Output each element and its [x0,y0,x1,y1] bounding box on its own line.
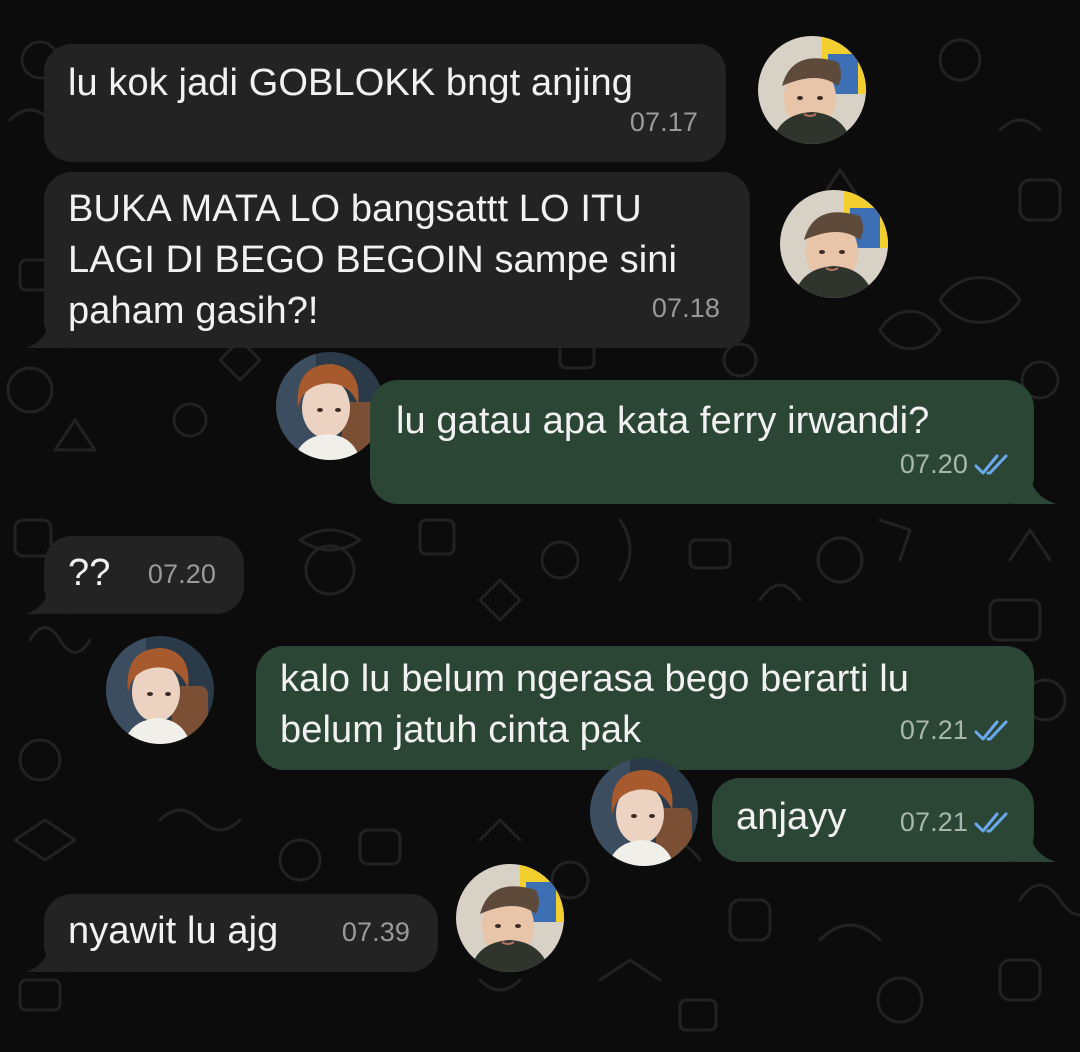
message-time: 07.39 [342,907,410,958]
sticker-avatar[interactable] [106,636,214,744]
message-time: 07.20 [900,439,1012,490]
message-time: 07.18 [652,283,720,334]
time-label: 07.18 [651,293,720,323]
bubble-tail [26,318,66,348]
message-text: anjayy [736,796,847,838]
time-label: 07.21 [899,715,968,745]
avatar-boy-yellow-icon [456,864,564,972]
message-bubble-outgoing[interactable]: anjayy 07.21 [712,778,1034,862]
read-double-check-icon [974,720,1008,740]
bubble-tail [1012,832,1056,862]
sticker-avatar[interactable] [276,352,384,460]
message-text: nyawit lu ajg [68,910,279,952]
sticker-avatar[interactable] [590,758,698,866]
message-bubble-outgoing[interactable]: lu gatau apa kata ferry irwandi? 07.20 [370,380,1034,504]
message-bubble-incoming[interactable]: ?? 07.20 [44,536,244,614]
time-label: 07.20 [899,449,968,479]
time-label: 07.17 [629,107,698,137]
avatar-boy-brown-icon [276,352,384,460]
avatar-boy-brown-icon [590,758,698,866]
sticker-avatar[interactable] [758,36,866,144]
message-bubble-outgoing[interactable]: kalo lu belum ngerasa bego berarti lu be… [256,646,1034,770]
message-text: kalo lu belum ngerasa bego berarti lu be… [280,658,909,751]
time-label: 07.20 [147,559,216,589]
message-bubble-incoming[interactable]: lu kok jadi GOBLOKK bngt anjing 07.17 [44,44,726,162]
time-label: 07.21 [899,807,968,837]
message-time: 07.21 [900,797,1012,848]
message-time: 07.17 [630,97,698,148]
avatar-boy-brown-icon [106,636,214,744]
message-bubble-incoming[interactable]: BUKA MATA LO bangsattt LO ITU LAGI DI BE… [44,172,750,348]
message-text: lu gatau apa kata ferry irwandi? [396,400,930,442]
avatar-boy-yellow-icon [758,36,866,144]
message-text: BUKA MATA LO bangsattt LO ITU LAGI DI BE… [68,188,678,332]
message-bubble-incoming[interactable]: nyawit lu ajg 07.39 [44,894,438,972]
chat-background: lu kok jadi GOBLOKK bngt anjing 07.17 BU… [0,0,1080,1052]
message-time: 07.20 [148,549,216,600]
sticker-avatar[interactable] [456,864,564,972]
message-time: 07.21 [900,705,1012,756]
message-text: ?? [68,552,111,594]
sticker-avatar[interactable] [780,190,888,298]
time-label: 07.39 [341,917,410,947]
read-double-check-icon [974,812,1008,832]
bubble-tail [26,584,66,614]
bubble-tail [1012,474,1056,504]
bubble-tail [26,942,66,972]
read-double-check-icon [974,454,1008,474]
message-text: lu kok jadi GOBLOKK bngt anjing [68,62,633,104]
avatar-boy-yellow-icon [780,190,888,298]
